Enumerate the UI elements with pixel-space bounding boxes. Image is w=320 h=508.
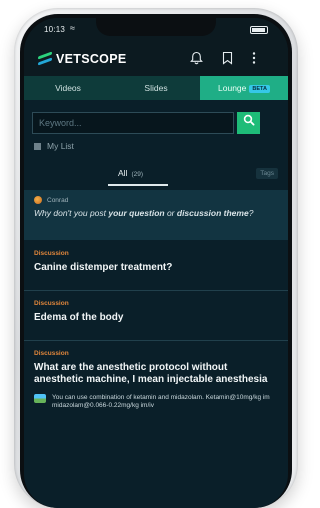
app-name: VETSCOPE xyxy=(56,52,127,66)
app-header: VETSCOPE xyxy=(24,42,288,76)
post-category: Discussion xyxy=(34,300,69,307)
tab-label: Slides xyxy=(144,83,168,93)
post-category: Discussion xyxy=(34,250,69,257)
my-list-filter[interactable]: My List xyxy=(34,141,74,151)
avatar xyxy=(34,196,42,204)
reply-avatar xyxy=(34,394,46,403)
more-vertical-icon[interactable] xyxy=(252,51,256,68)
my-list-label: My List xyxy=(47,141,74,151)
post-reply-preview: You can use combination of ketamin and m… xyxy=(34,394,278,410)
reply-text: You can use combination of ketamin and m… xyxy=(52,394,270,409)
phone-bezel: 10:13 ≈ VETSCOPE Videos Slides Lounge BE… xyxy=(20,14,292,508)
post-title: What are the anesthetic protocol without… xyxy=(34,362,268,385)
status-bar: 10:13 ≈ xyxy=(24,18,288,42)
main-tabs: Videos Slides Lounge BETA xyxy=(24,76,288,100)
tab-lounge[interactable]: Lounge BETA xyxy=(200,76,288,100)
prompt-user-name: Conrad xyxy=(47,196,69,204)
tab-label: Lounge xyxy=(218,83,247,93)
prompt-text-part: Why don't you post xyxy=(34,208,109,218)
post-category: Discussion xyxy=(34,350,69,357)
tab-slides[interactable]: Slides xyxy=(112,76,200,100)
prompt-text-bold: discussion theme xyxy=(176,208,249,218)
tab-videos[interactable]: Videos xyxy=(24,76,112,100)
filter-all-count: (29) xyxy=(131,171,144,178)
bookmark-icon[interactable] xyxy=(222,51,233,68)
search-bar xyxy=(32,112,260,134)
status-time: 10:13 xyxy=(44,25,66,34)
post-title: Canine distemper treatment? xyxy=(34,262,173,273)
filter-all-label: All xyxy=(118,168,128,178)
wifi-icon: ≈ xyxy=(70,23,75,33)
app-screen: 10:13 ≈ VETSCOPE Videos Slides Lounge BE… xyxy=(24,18,288,508)
prompt-user: Conrad xyxy=(34,196,278,204)
search-button[interactable] xyxy=(237,112,260,134)
search-icon xyxy=(243,114,254,126)
post-card[interactable]: Discussion Canine distemper treatment? xyxy=(24,250,288,274)
search-input[interactable] xyxy=(32,112,234,134)
tab-label: Videos xyxy=(55,83,81,93)
logo-mark-icon xyxy=(38,51,52,66)
filter-all-tab[interactable]: All (29) xyxy=(118,168,143,178)
prompt-text-part: ? xyxy=(248,208,254,218)
divider xyxy=(24,290,288,291)
my-list-checkbox[interactable] xyxy=(34,142,41,150)
app-logo[interactable]: VETSCOPE xyxy=(38,51,127,66)
prompt-text-bold: your question xyxy=(108,208,165,218)
tags-button[interactable]: Tags xyxy=(256,168,278,179)
prompt-text-part: or xyxy=(164,208,177,218)
post-card[interactable]: Discussion Edema of the body xyxy=(24,300,288,324)
notch xyxy=(96,18,216,36)
post-prompt[interactable]: Conrad Why don't you post your question … xyxy=(24,190,288,240)
post-title: Edema of the body xyxy=(34,312,124,323)
filter-bar: All (29) Tags xyxy=(24,164,288,186)
active-filter-indicator xyxy=(108,184,168,186)
prompt-text: Why don't you post your question or disc… xyxy=(34,208,278,219)
bell-icon[interactable] xyxy=(190,51,203,68)
phone-frame: 10:13 ≈ VETSCOPE Videos Slides Lounge BE… xyxy=(14,8,298,508)
battery-icon xyxy=(250,26,268,34)
divider xyxy=(24,340,288,341)
post-card[interactable]: Discussion What are the anesthetic proto… xyxy=(24,350,288,410)
beta-badge: BETA xyxy=(249,84,270,93)
